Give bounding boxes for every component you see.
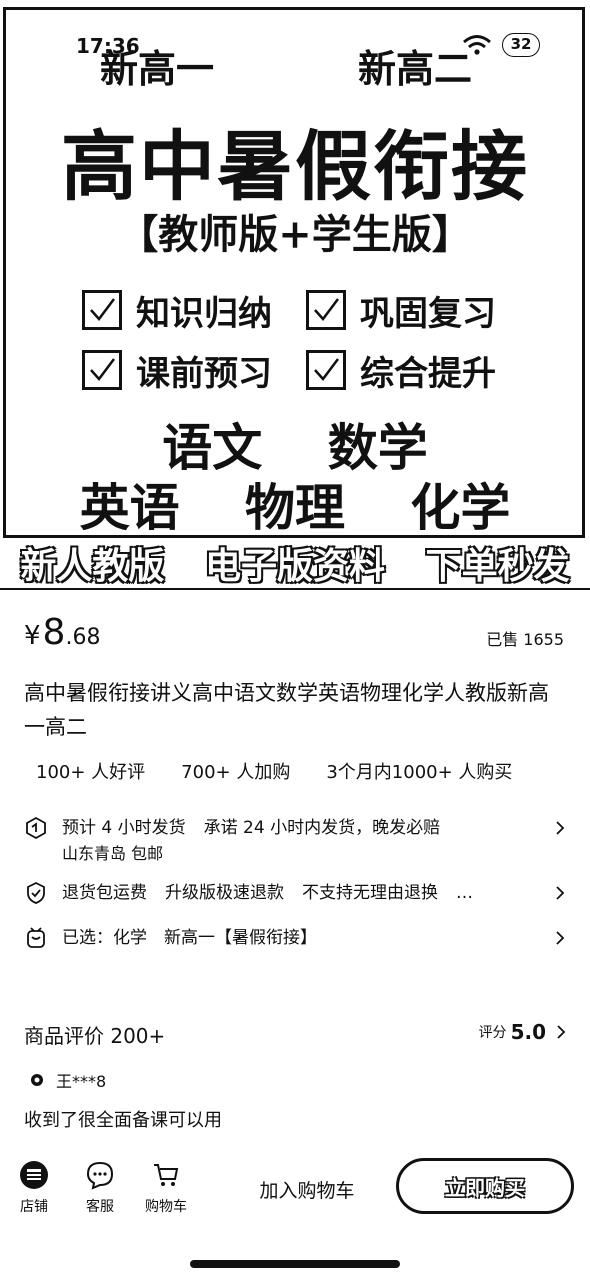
service-label: 客服 — [86, 1199, 114, 1215]
shipping-promise: 承诺 24 小时内发货，晚发必赔 — [203, 818, 441, 838]
customer-service-button[interactable]: 客服 — [70, 1160, 130, 1216]
checkbox-icon — [82, 350, 122, 390]
chevron-right-icon — [551, 925, 569, 951]
chevron-right-icon — [551, 815, 569, 841]
poster-title: 高中暑假衔接 — [61, 122, 529, 211]
home-indicator[interactable] — [190, 1260, 400, 1268]
wifi-icon — [463, 35, 491, 55]
shipping-box-icon — [26, 816, 46, 840]
chat-icon — [86, 1161, 114, 1190]
tag-purchases: 3个月内1000+ 人购买 — [326, 762, 513, 783]
returns-row[interactable]: 退货包运费 升级版极速退款 不支持无理由退换 … — [24, 880, 569, 906]
tag-cart-adds: 700+ 人加购 — [181, 762, 291, 783]
poster-feature-label: 综合提升 — [360, 353, 496, 394]
price-currency: ¥ — [24, 621, 41, 651]
poster-subject: 物理 — [245, 478, 345, 537]
buy-now-button[interactable]: 立即购买 — [396, 1158, 574, 1214]
poster-edition: 【教师版+学生版】 — [118, 211, 472, 258]
poster-feature: 综合提升 — [306, 348, 496, 394]
more-ellipsis: … — [456, 883, 473, 903]
shipping-eta: 预计 4 小时发货 — [62, 818, 186, 838]
cart-icon — [154, 1164, 179, 1186]
cart-label: 购物车 — [145, 1199, 187, 1215]
rating-summary[interactable]: 评分 5.0 — [479, 1020, 566, 1044]
poster-banner-item: 下单秒发 — [425, 545, 571, 588]
shield-check-icon — [27, 881, 45, 904]
no-return-reason: 不支持无理由退换 — [302, 883, 438, 903]
status-bar: 17:36 32 — [0, 30, 590, 60]
product-hero-image[interactable]: 新高一 新高二 高中暑假衔接 【教师版+学生版】 知识归纳 巩固复习 课前预习 … — [0, 0, 590, 590]
price-integer: 8 — [42, 612, 66, 653]
add-to-cart-button[interactable]: 加入购物车 — [232, 1176, 382, 1203]
selected-label: 已选： — [62, 928, 113, 948]
bag-icon — [27, 927, 45, 948]
chevron-right-icon — [551, 880, 569, 906]
reviewer-name: 王***8 — [56, 1072, 107, 1091]
price-decimal: .68 — [65, 625, 101, 650]
reviews-title[interactable]: 商品评价 200+ — [24, 1020, 165, 1049]
avatar — [31, 1074, 43, 1086]
product-title: 高中暑假衔接讲义高中语文数学英语物理化学人教版新高一高二 — [24, 681, 549, 739]
checkbox-icon — [82, 290, 122, 330]
cart-button[interactable]: 购物车 — [136, 1160, 196, 1216]
checkbox-icon — [306, 350, 346, 390]
poster-feature-label: 知识归纳 — [136, 293, 272, 334]
poster-subjects-row: 英语 物理 化学 — [0, 468, 590, 540]
hero-divider — [0, 588, 590, 590]
store-label: 店铺 — [20, 1199, 48, 1215]
poster-banner-item: 新人教版 — [19, 545, 165, 588]
rating-label: 评分 — [478, 1025, 507, 1041]
reviewer: 王***8 — [30, 1068, 106, 1092]
rating-score: 5.0 — [510, 1020, 546, 1044]
poster-feature-label: 巩固复习 — [360, 293, 496, 334]
poster-banner: 新人教版 电子版资料 下单秒发 — [0, 541, 590, 588]
selected-variant-row[interactable]: 已选：化学 新高一【暑假衔接】 — [24, 925, 569, 951]
return-shipping: 退货包运费 — [62, 883, 147, 903]
fast-refund: 升级版极速退款 — [165, 883, 284, 903]
poster-feature: 课前预习 — [82, 348, 272, 394]
poster-feature-label: 课前预习 — [136, 353, 272, 394]
shipping-row[interactable]: 预计 4 小时发货 承诺 24 小时内发货，晚发必赔 山东青岛 包邮 — [24, 815, 569, 867]
shipping-location: 山东青岛 包邮 — [62, 844, 164, 863]
store-icon — [20, 1161, 48, 1189]
social-proof-tags: 100+ 人好评 700+ 人加购 3个月内1000+ 人购买 — [36, 758, 548, 784]
price: ¥ 8 .68 — [24, 612, 100, 653]
poster-feature: 知识归纳 — [82, 288, 272, 334]
checkbox-icon — [306, 290, 346, 330]
chevron-right-icon — [557, 1025, 566, 1039]
status-time: 17:36 — [76, 34, 140, 58]
bottom-action-bar: 店铺 客服 购物车 加入购物车 立即购买 — [0, 1150, 590, 1230]
store-button[interactable]: 店铺 — [4, 1160, 64, 1216]
review-text: 收到了很全面备课可以用 — [24, 1110, 222, 1131]
battery-indicator: 32 — [502, 33, 540, 57]
tag-reviews: 100+ 人好评 — [36, 762, 146, 783]
sold-count: 已售 1655 — [486, 630, 564, 649]
buy-now-label: 立即购买 — [445, 1175, 525, 1200]
poster-subject: 英语 — [79, 478, 180, 537]
poster-banner-item: 电子版资料 — [204, 545, 386, 588]
poster-feature: 巩固复习 — [306, 288, 496, 334]
poster-subject: 化学 — [410, 478, 511, 537]
selected-value: 化学 新高一【暑假衔接】 — [113, 928, 317, 948]
